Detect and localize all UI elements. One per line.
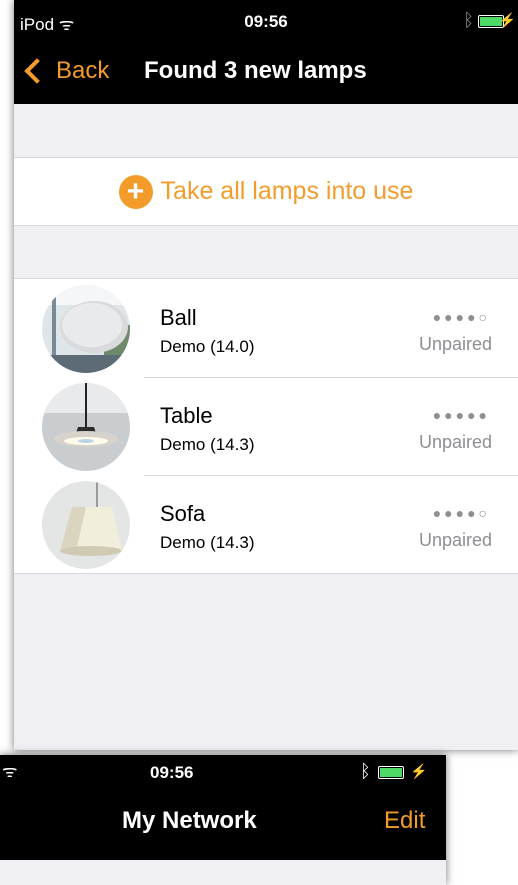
signal-strength-indicator: ●●●●○ — [432, 505, 490, 521]
wifi-icon: ᯤ — [2, 762, 18, 781]
battery-icon — [378, 766, 404, 779]
status-time: 09:56 — [244, 12, 288, 31]
signal-strength-indicator: ●●●●○ — [432, 309, 490, 325]
lamp-name: Table — [160, 403, 213, 428]
back-label: Back — [56, 57, 110, 84]
lamp-subtitle: Demo (14.3) — [160, 435, 255, 454]
take-all-lamps-button[interactable]: + Take all lamps into use — [14, 157, 518, 226]
lamp-subtitle: Demo (14.0) — [160, 337, 255, 356]
page-title: Found 3 new lamps — [144, 57, 367, 84]
list-item[interactable]: Ball Demo (14.0) ●●●●○ Unpaired — [14, 279, 518, 377]
lamp-thumbnail-ball — [42, 285, 130, 373]
my-network-screen: ᯤ 09:56 ᛒ ⚡ My Network Edit — [0, 755, 446, 885]
lamp-discovery-screen: iPod ᯤ 09:56 ᛒ ⚡ Back Found 3 new lamps … — [14, 0, 518, 750]
back-button[interactable]: Back — [22, 57, 109, 85]
lamp-list: Ball Demo (14.0) ●●●●○ Unpaired Table De… — [14, 278, 518, 574]
list-item[interactable]: Sofa Demo (14.3) ●●●●○ Unpaired — [14, 475, 518, 573]
pairing-status: Unpaired — [418, 334, 492, 354]
lamp-subtitle: Demo (14.3) — [160, 533, 255, 552]
charging-icon: ⚡ — [498, 12, 516, 28]
page-title: My Network — [122, 807, 257, 834]
take-all-lamps-label: Take all lamps into use — [160, 177, 414, 205]
lamp-thumbnail-table — [42, 383, 130, 471]
charging-icon: ⚡ — [410, 763, 428, 779]
plus-icon: + — [118, 174, 153, 209]
pairing-status: Unpaired — [418, 530, 492, 550]
navigation-bar: Back Found 3 new lamps — [14, 44, 518, 104]
content-area — [0, 860, 446, 885]
status-time: 09:56 — [150, 763, 194, 782]
lamp-name: Sofa — [160, 501, 206, 526]
status-bar: iPod ᯤ 09:56 ᛒ ⚡ — [14, 0, 518, 44]
bluetooth-icon: ᛒ — [463, 10, 474, 30]
pairing-status: Unpaired — [418, 432, 492, 452]
lamp-name: Ball — [160, 305, 197, 330]
edit-button[interactable]: Edit — [384, 807, 425, 835]
signal-strength-indicator: ●●●●● — [432, 407, 490, 423]
bluetooth-icon: ᛒ — [360, 761, 371, 781]
lamp-thumbnail-sofa — [42, 481, 130, 569]
list-item[interactable]: Table Demo (14.3) ●●●●● Unpaired — [14, 377, 518, 475]
chevron-left-icon — [24, 58, 50, 84]
